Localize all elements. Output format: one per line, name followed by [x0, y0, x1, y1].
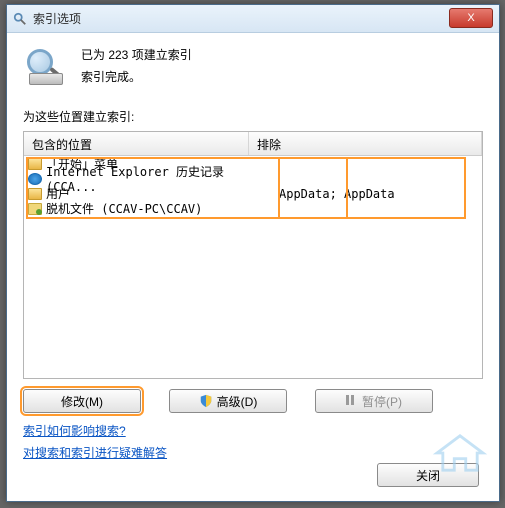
advanced-label: 高级(D) [217, 393, 258, 410]
list-header: 包含的位置 排除 [24, 132, 482, 156]
pause-label: 暂停(P) [362, 393, 402, 410]
indexing-icon [23, 47, 71, 87]
column-excluded[interactable]: 排除 [249, 132, 482, 155]
close-icon: X [467, 12, 474, 24]
list-item[interactable]: Internet Explorer 历史记录 (CCA... [24, 171, 482, 186]
modify-label: 修改(M) [61, 393, 103, 410]
column-included[interactable]: 包含的位置 [24, 132, 249, 155]
pause-button: 暂停(P) [315, 389, 433, 413]
row-excluded: AppData; AppData [249, 187, 482, 201]
window-title: 索引选项 [33, 10, 81, 27]
locations-listbox[interactable]: 包含的位置 排除 「开始」菜单 Internet Explorer 历史记录 (… [23, 131, 483, 379]
shield-icon [199, 394, 213, 408]
search-icon [13, 12, 27, 26]
indexing-options-window: 索引选项 X 已为 223 项建立索引 索引完成。 为这些位置建立索引: 包含的… [6, 4, 500, 502]
status-line1: 已为 223 项建立索引 [81, 45, 192, 67]
rows-container: 「开始」菜单 Internet Explorer 历史记录 (CCA... 用户… [24, 156, 482, 216]
status-line2: 索引完成。 [81, 67, 192, 89]
button-row: 修改(M) 高级(D) 暂停(P) [23, 389, 483, 413]
link-troubleshoot-search[interactable]: 对搜索和索引进行疑难解答 [23, 443, 483, 465]
status-text: 已为 223 项建立索引 索引完成。 [81, 45, 192, 88]
offline-files-icon [28, 203, 42, 215]
titlebar: 索引选项 X [7, 5, 499, 33]
content-area: 已为 223 项建立索引 索引完成。 为这些位置建立索引: 包含的位置 排除 「… [7, 33, 499, 478]
locations-label: 为这些位置建立索引: [23, 108, 483, 125]
pause-icon [346, 395, 358, 407]
close-button[interactable]: X [449, 8, 493, 28]
advanced-button[interactable]: 高级(D) [169, 389, 287, 413]
close-dialog-button[interactable]: 关闭 [377, 463, 479, 487]
help-links: 索引如何影响搜索? 对搜索和索引进行疑难解答 [23, 421, 483, 464]
folder-icon [28, 188, 42, 200]
row-name: 脱机文件 (CCAV-PC\CCAV) [46, 200, 202, 217]
footer: 关闭 [377, 463, 479, 487]
list-item[interactable]: 用户 AppData; AppData [24, 186, 482, 201]
modify-button[interactable]: 修改(M) [23, 389, 141, 413]
link-how-indexing-affects-search[interactable]: 索引如何影响搜索? [23, 421, 483, 443]
ie-icon [28, 173, 42, 185]
status-row: 已为 223 项建立索引 索引完成。 [23, 45, 483, 88]
list-item[interactable]: 脱机文件 (CCAV-PC\CCAV) [24, 201, 482, 216]
